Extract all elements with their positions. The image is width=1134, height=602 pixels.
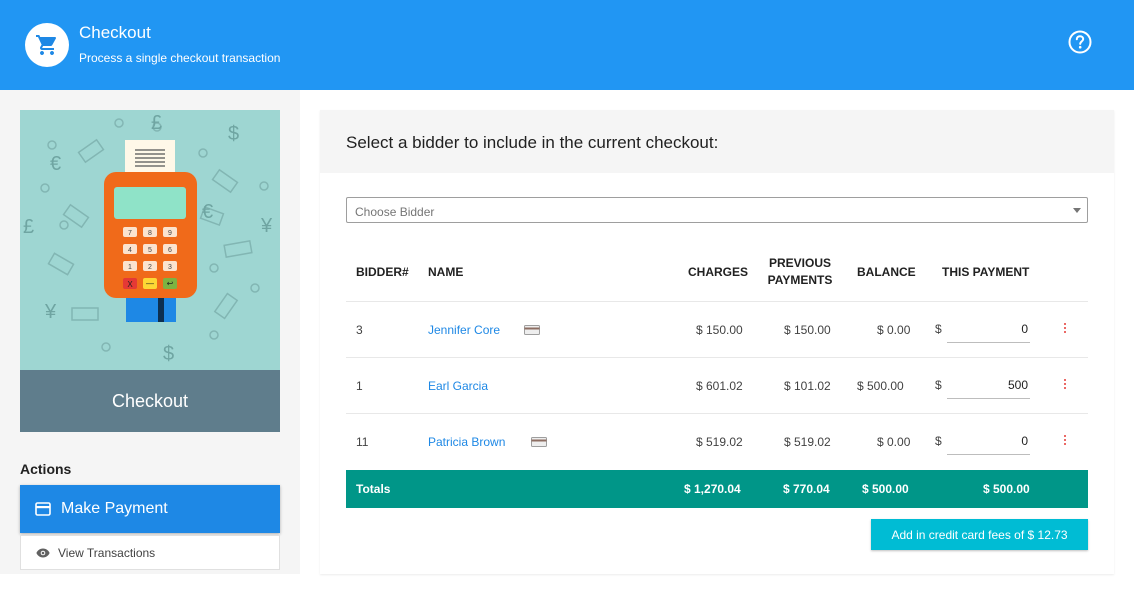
- checkout-illustration: £ $ € € ¥ £ ¥ $ 7 8 9 4 5 6 1 2 3 X — ↩: [20, 110, 280, 370]
- row-2-payment-input[interactable]: [947, 371, 1030, 399]
- sidebar: £ $ € € ¥ £ ¥ $ 7 8 9 4 5 6 1 2 3 X — ↩ Ch…: [0, 90, 300, 574]
- hero-caption: Checkout: [20, 370, 280, 432]
- svg-text:4: 4: [128, 247, 132, 254]
- svg-text:9: 9: [168, 230, 172, 237]
- checkout-card: Select a bidder to include in the curren…: [320, 110, 1114, 574]
- svg-text:£: £: [23, 216, 34, 238]
- svg-text:1: 1: [128, 264, 132, 271]
- row-3-name-link[interactable]: Patricia Brown: [428, 435, 505, 449]
- row-3-payment-input[interactable]: [947, 427, 1030, 455]
- svg-text:€: €: [202, 201, 213, 223]
- totals-label: Totals: [356, 482, 391, 496]
- svg-text:↩: ↩: [167, 279, 174, 288]
- app-header: Checkout Process a single checkout trans…: [0, 0, 1134, 90]
- row-1-bidder: 3: [356, 323, 363, 337]
- card-on-file-icon: [524, 325, 540, 335]
- svg-text:¥: ¥: [260, 215, 273, 237]
- page-title: Checkout: [79, 23, 151, 42]
- totals-row: Totals $ 1,270.04 $ 770.04 $ 500.00 $ 50…: [346, 470, 1088, 508]
- card-on-file-icon: [531, 437, 547, 447]
- row-3-previous: $ 519.02: [784, 435, 831, 449]
- svg-text:$: $: [163, 343, 174, 365]
- row-2-name-link[interactable]: Earl Garcia: [428, 379, 488, 393]
- chevron-down-icon: [1073, 208, 1081, 213]
- cart-icon: [25, 23, 69, 67]
- svg-text:7: 7: [128, 230, 132, 237]
- svg-text:£: £: [151, 112, 162, 134]
- col-previous-payments: PREVIOUS PAYMENTS: [766, 255, 834, 289]
- col-name: NAME: [428, 265, 464, 279]
- view-transactions-label: View Transactions: [58, 545, 156, 560]
- row-1-charges: $ 150.00: [696, 323, 743, 337]
- row-2-balance: $ 500.00: [857, 379, 904, 393]
- row-2-charges: $ 601.02: [696, 379, 743, 393]
- divider: [346, 301, 1088, 302]
- totals-charges: $ 1,270.04: [684, 482, 741, 496]
- view-transactions-button[interactable]: View Transactions: [20, 535, 280, 570]
- row-3-charges: $ 519.02: [696, 435, 743, 449]
- row-2-more-icon[interactable]: [1062, 379, 1068, 393]
- row-2-previous: $ 101.02: [784, 379, 831, 393]
- row-1-balance: $ 0.00: [877, 323, 911, 337]
- svg-text:8: 8: [148, 230, 152, 237]
- row-1-name-link[interactable]: Jennifer Core: [428, 323, 500, 337]
- svg-text:$: $: [228, 123, 239, 145]
- actions-heading: Actions: [20, 461, 72, 477]
- row-3-balance: $ 0.00: [877, 435, 911, 449]
- svg-text:€: €: [50, 153, 61, 175]
- row-2-currency: $: [935, 378, 942, 392]
- make-payment-button[interactable]: Make Payment: [20, 485, 280, 533]
- row-3-bidder: 11: [356, 435, 369, 449]
- col-charges: CHARGES: [688, 265, 749, 279]
- col-balance: BALANCE: [857, 265, 916, 279]
- svg-text:2: 2: [148, 264, 152, 271]
- svg-text:6: 6: [168, 247, 172, 254]
- row-1-more-icon[interactable]: [1062, 323, 1068, 337]
- card-header: Select a bidder to include in the curren…: [320, 110, 1114, 173]
- svg-text:5: 5: [148, 247, 152, 254]
- row-2-bidder: 1: [356, 379, 363, 393]
- help-icon[interactable]: [1067, 29, 1093, 55]
- divider: [346, 413, 1088, 414]
- card-heading: Select a bidder to include in the curren…: [346, 133, 719, 152]
- page-subtitle: Process a single checkout transaction: [79, 51, 281, 65]
- choose-bidder-placeholder: Choose Bidder: [355, 205, 435, 219]
- add-credit-card-fees-button[interactable]: Add in credit card fees of $ 12.73: [871, 519, 1088, 550]
- row-3-more-icon[interactable]: [1062, 435, 1068, 449]
- row-1-payment-input[interactable]: [947, 315, 1030, 343]
- choose-bidder-select[interactable]: Choose Bidder: [346, 197, 1088, 223]
- svg-text:—: —: [146, 279, 154, 288]
- svg-text:X: X: [127, 280, 133, 289]
- row-1-currency: $: [935, 322, 942, 336]
- totals-this-payment: $ 500.00: [983, 482, 1030, 496]
- divider: [346, 357, 1088, 358]
- col-this-payment: THIS PAYMENT: [942, 265, 1030, 279]
- svg-text:3: 3: [168, 264, 172, 271]
- make-payment-label: Make Payment: [61, 500, 168, 517]
- col-bidder: BIDDER#: [356, 265, 409, 279]
- col-previous-line1: PREVIOUS: [768, 256, 831, 270]
- svg-text:¥: ¥: [44, 301, 57, 323]
- eye-icon: [36, 548, 50, 558]
- col-previous-line2: PAYMENTS: [767, 273, 833, 287]
- row-3-currency: $: [935, 434, 942, 448]
- row-1-previous: $ 150.00: [784, 323, 831, 337]
- totals-previous: $ 770.04: [783, 482, 830, 496]
- credit-card-icon: [35, 502, 51, 516]
- totals-balance: $ 500.00: [862, 482, 909, 496]
